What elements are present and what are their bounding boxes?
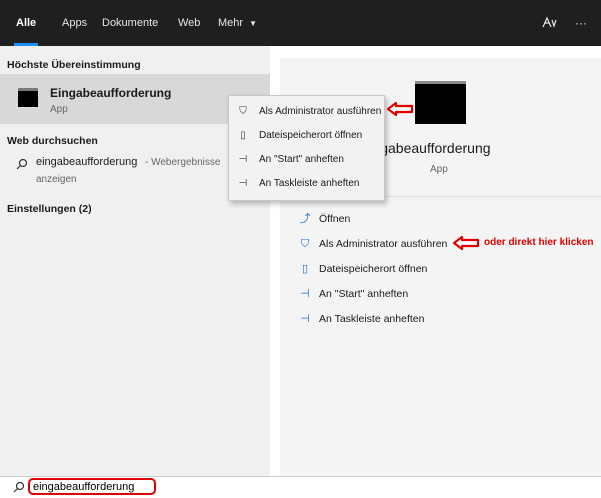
tab-documents[interactable]: Dokumente [102,0,158,46]
red-arrow-annotation-menu [386,101,414,117]
search-icon [16,157,28,175]
annotation-note: oder direkt hier klicken [484,237,594,248]
context-item-pin-taskbar-label: An Taskleiste anheften [259,178,360,189]
tab-more-label: Mehr [218,17,244,29]
web-search-header: Web durchsuchen [7,135,98,147]
action-open-label: Öffnen [319,213,351,225]
action-open-file-location-label: Dateispeicherort öffnen [319,263,428,275]
web-result-suffix: - Webergebnisse [145,157,221,168]
search-highlight-box [28,478,156,495]
pin-icon: ⊣ [300,313,310,325]
pin-icon: ⊣ [238,154,248,165]
action-pin-start-label: An "Start" anheften [319,288,409,300]
pin-icon: ⊣ [238,178,248,189]
tab-more[interactable]: Mehr ▼ [218,0,257,46]
web-result-query: eingabeaufforderung [36,156,138,168]
admin-shield-icon: ⛉ [239,106,247,117]
tab-all[interactable]: Alle [13,0,39,46]
action-run-as-admin-label: Als Administrator ausführen [319,238,448,250]
windows-search-panel: Alle Apps Dokumente Web Mehr ▼ ··· Höchs… [0,0,601,498]
cmd-large-icon [415,81,466,124]
settings-header[interactable]: Einstellungen (2) [7,203,92,215]
chevron-down-icon: ▼ [249,19,258,28]
feedback-icon[interactable] [541,15,557,31]
more-options-icon[interactable]: ··· [575,15,591,31]
best-match-subtitle: App [50,104,68,115]
context-item-pin-taskbar[interactable]: ⊣ An Taskleiste anheften [229,172,384,196]
red-arrow-annotation [452,235,480,251]
web-result-suffix2: anzeigen [36,174,77,185]
context-item-pin-start[interactable]: ⊣ An "Start" anheften [229,148,384,172]
context-menu: ⛉ Als Administrator ausführen ▯ Dateispe… [228,95,385,201]
cmd-app-icon [18,88,38,107]
context-item-run-as-admin-label: Als Administrator ausführen [259,106,382,117]
action-pin-taskbar-label: An Taskleiste anheften [319,313,425,325]
file-location-icon: ▯ [301,263,309,275]
best-match-title: Eingabeaufforderung [50,86,172,100]
context-item-run-as-admin[interactable]: ⛉ Als Administrator ausführen [229,100,384,124]
pin-icon: ⊣ [300,288,310,300]
tab-apps[interactable]: Apps [62,0,87,46]
top-bar: Alle Apps Dokumente Web Mehr ▼ ··· [0,0,601,46]
best-match-header: Höchste Übereinstimmung [7,59,141,71]
tab-web[interactable]: Web [178,0,200,46]
search-icon [13,480,25,498]
context-item-open-file-location-label: Dateispeicherort öffnen [259,130,363,141]
preview-app-subtitle: App [430,164,448,175]
open-icon: ⤴ [299,213,311,225]
admin-shield-icon: ⛉ [300,238,310,250]
context-item-open-file-location[interactable]: ▯ Dateispeicherort öffnen [229,124,384,148]
file-location-icon: ▯ [240,130,246,141]
context-item-pin-start-label: An "Start" anheften [259,154,344,165]
